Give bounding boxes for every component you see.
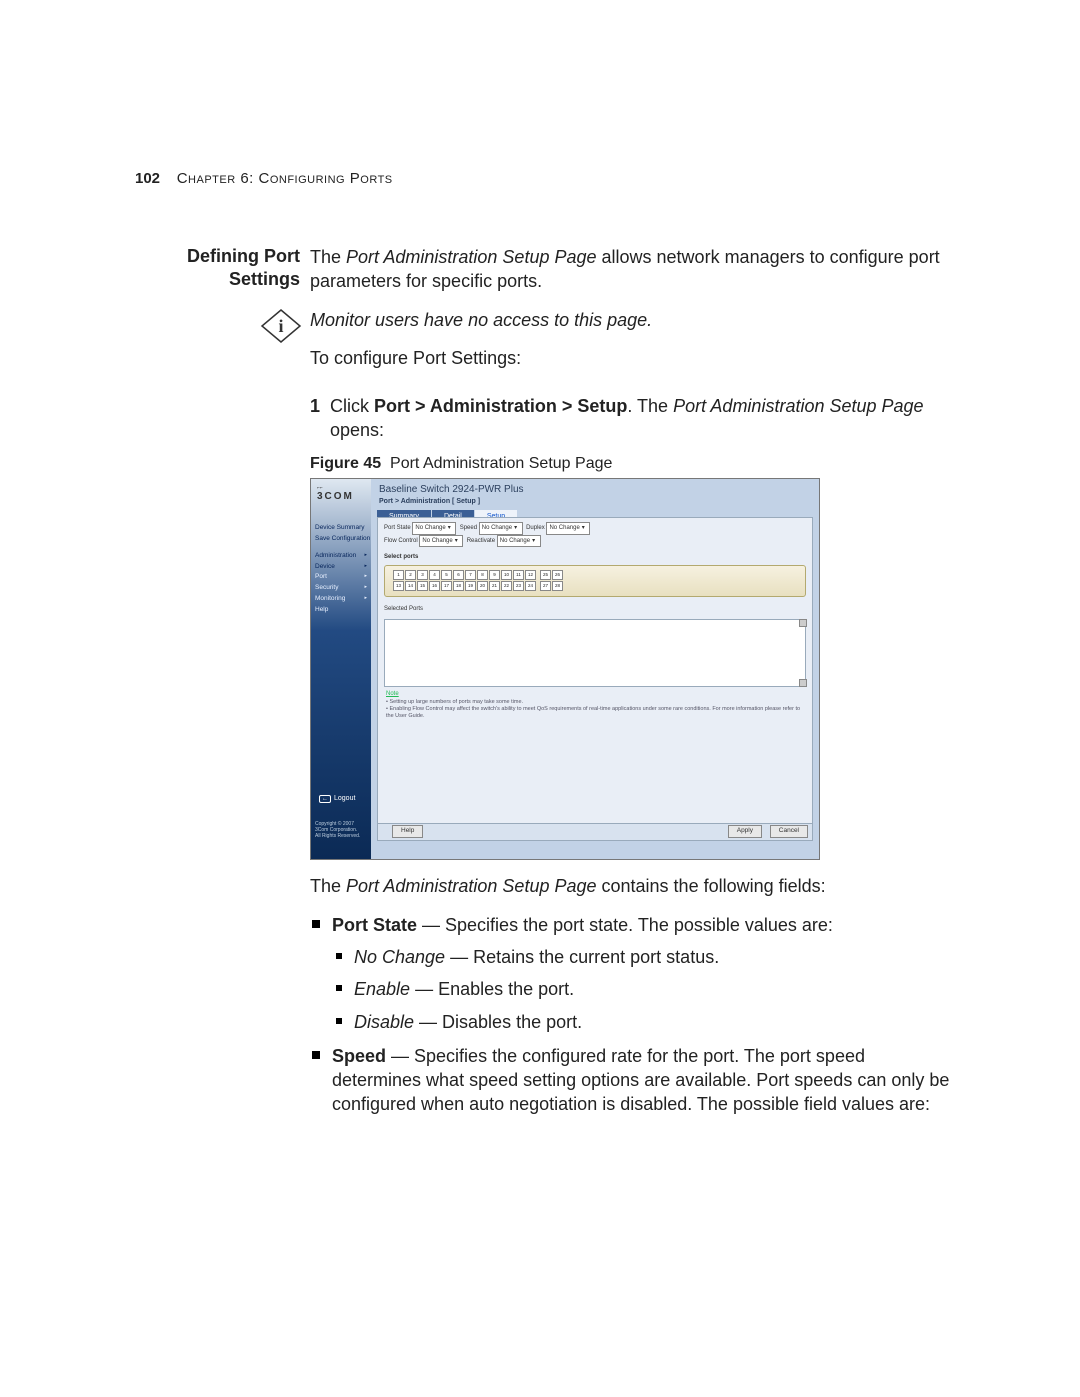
field-port-state: Port State — Specifies the port state. T…	[310, 913, 950, 1034]
info-icon: i	[260, 308, 302, 344]
content-columns: Defining Port Settings The Port Administ…	[135, 245, 950, 1127]
port-4[interactable]: 4	[429, 570, 440, 580]
port-23[interactable]: 23	[513, 581, 524, 591]
port-1[interactable]: 1	[393, 570, 404, 580]
port-26[interactable]: 26	[552, 570, 563, 580]
ports-row-bottom[interactable]: 131415161718192021222324	[393, 581, 536, 591]
ss-form-row1: Port State No Change Speed No Change Dup…	[378, 518, 812, 550]
ports-right-bottom[interactable]: 2728	[540, 581, 563, 591]
nav-security[interactable]: Security	[315, 583, 367, 594]
ports-row-top[interactable]: 123456789101112	[393, 570, 536, 580]
reactivate-select[interactable]: No Change	[497, 535, 541, 547]
speed-select[interactable]: No Change	[479, 522, 523, 534]
nav-port[interactable]: Port	[315, 572, 367, 583]
body-column: The Port Administration Setup Page allow…	[310, 245, 950, 1127]
opt-disable: Disable — Disables the port.	[332, 1010, 950, 1034]
port-5[interactable]: 5	[441, 570, 452, 580]
port-22[interactable]: 22	[501, 581, 512, 591]
ss-button-bar: Help Apply Cancel	[378, 823, 812, 840]
scroll-down-icon[interactable]	[799, 679, 807, 687]
ss-note-block: Note • Setting up large numbers of ports…	[378, 691, 812, 720]
copyright-text: Copyright © 2007 3Com Corporation. All R…	[315, 821, 360, 839]
field-speed: Speed — Specifies the configured rate fo…	[310, 1044, 950, 1117]
port-6[interactable]: 6	[453, 570, 464, 580]
port-9[interactable]: 9	[489, 570, 500, 580]
port-11[interactable]: 11	[513, 570, 524, 580]
nav-device[interactable]: Device	[315, 562, 367, 573]
embedded-screenshot: ⌐⌐3COM Device Summary Save Configuration…	[310, 478, 820, 860]
ss-sidebar: ⌐⌐3COM Device Summary Save Configuration…	[311, 479, 371, 859]
step-number: 1	[310, 394, 330, 443]
port-18[interactable]: 18	[453, 581, 464, 591]
duplex-select[interactable]: No Change	[546, 522, 590, 534]
section-heading: Defining Port Settings	[135, 245, 300, 290]
fields-list: Port State — Specifies the port state. T…	[310, 913, 950, 1117]
port-20[interactable]: 20	[477, 581, 488, 591]
port-16[interactable]: 16	[429, 581, 440, 591]
select-ports-label: Select ports	[378, 551, 812, 563]
ss-device-title: Baseline Switch 2924-PWR Plus	[371, 479, 819, 497]
logout-link[interactable]: Logout	[319, 794, 355, 803]
port-10[interactable]: 10	[501, 570, 512, 580]
nav-administration[interactable]: Administration	[315, 551, 367, 562]
ss-main-panel: Baseline Switch 2924-PWR Plus Port > Adm…	[371, 479, 819, 859]
port-3[interactable]: 3	[417, 570, 428, 580]
nav-monitoring[interactable]: Monitoring	[315, 594, 367, 605]
scroll-up-icon[interactable]	[799, 619, 807, 627]
port-27[interactable]: 27	[540, 581, 551, 591]
nav-help[interactable]: Help	[315, 605, 367, 616]
port-14[interactable]: 14	[405, 581, 416, 591]
port-19[interactable]: 19	[465, 581, 476, 591]
port-12[interactable]: 12	[525, 570, 536, 580]
info-note-text: Monitor users have no access to this pag…	[310, 308, 950, 332]
cancel-button[interactable]: Cancel	[770, 825, 808, 838]
help-button[interactable]: Help	[392, 825, 423, 838]
port-state-select[interactable]: No Change	[412, 522, 456, 534]
ss-nav-menu: Device Summary Save Configuration Admini…	[315, 523, 367, 615]
chapter-label: Chapter 6: Configuring Ports	[177, 170, 393, 187]
flow-control-select[interactable]: No Change	[419, 535, 463, 547]
ss-breadcrumb: Port > Administration [ Setup ]	[371, 497, 819, 510]
port-7[interactable]: 7	[465, 570, 476, 580]
svg-text:i: i	[278, 316, 283, 336]
port-13[interactable]: 13	[393, 581, 404, 591]
nav-device-summary[interactable]: Device Summary	[315, 523, 367, 534]
after-figure-text: The Port Administration Setup Page conta…	[310, 874, 950, 898]
opt-no-change: No Change — Retains the current port sta…	[332, 945, 950, 969]
step-text: Click Port > Administration > Setup. The…	[330, 394, 950, 443]
apply-button[interactable]: Apply	[728, 825, 762, 838]
page-number: 102	[135, 170, 160, 187]
lead-in: To configure Port Settings:	[310, 346, 950, 370]
step-1: 1 Click Port > Administration > Setup. T…	[310, 394, 950, 443]
selected-ports-label: Selected Ports	[378, 603, 812, 615]
port-15[interactable]: 15	[417, 581, 428, 591]
nav-save-config[interactable]: Save Configuration	[315, 534, 367, 545]
port-25[interactable]: 25	[540, 570, 551, 580]
selected-ports-box	[384, 619, 806, 687]
brand-logo: ⌐⌐3COM	[317, 485, 354, 503]
port-state-options: No Change — Retains the current port sta…	[332, 945, 950, 1034]
ss-form-panel: Port State No Change Speed No Change Dup…	[377, 517, 813, 841]
document-page: 102 Chapter 6: Configuring Ports Definin…	[0, 0, 1080, 1397]
info-note-row: i Monitor users have no access to this p…	[260, 308, 950, 385]
port-21[interactable]: 21	[489, 581, 500, 591]
figure-caption: Figure 45 Port Administration Setup Page	[310, 453, 950, 475]
opt-enable: Enable — Enables the port.	[332, 977, 950, 1001]
port-2[interactable]: 2	[405, 570, 416, 580]
port-28[interactable]: 28	[552, 581, 563, 591]
port-selector-box: 123456789101112 131415161718192021222324…	[384, 565, 806, 597]
running-header: 102 Chapter 6: Configuring Ports	[135, 170, 950, 187]
port-8[interactable]: 8	[477, 570, 488, 580]
ports-right-top[interactable]: 2526	[540, 570, 563, 580]
intro-paragraph: The Port Administration Setup Page allow…	[310, 245, 950, 294]
port-17[interactable]: 17	[441, 581, 452, 591]
port-24[interactable]: 24	[525, 581, 536, 591]
